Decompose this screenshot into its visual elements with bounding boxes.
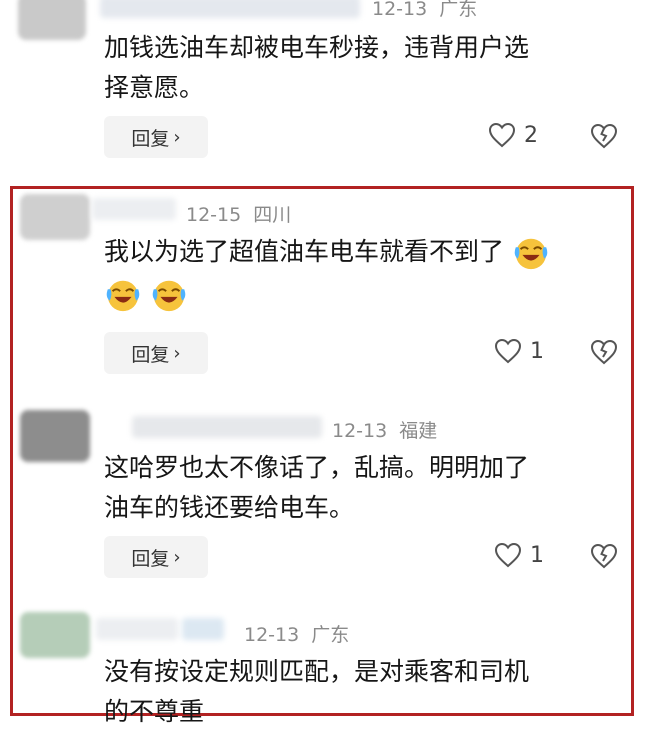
- username-blurred[interactable]: [132, 416, 322, 438]
- comment-text: 这哈罗也太不像话了，乱搞。明明加了 油车的钱还要给电车。: [104, 448, 624, 528]
- reply-label: 回复: [131, 547, 170, 570]
- username-blurred[interactable]: [96, 618, 178, 640]
- chevron-right-icon: ›: [173, 546, 181, 568]
- comment-text-line: 的不尊重: [104, 697, 205, 726]
- reply-label: 回复: [131, 343, 170, 366]
- heart-outline-icon: [488, 122, 516, 148]
- comment-date: 12-13: [244, 624, 300, 646]
- comment-meta: 12-15 四川: [186, 200, 291, 227]
- heart-outline-icon: [494, 542, 522, 568]
- comment-text-line: 这哈罗也太不像话了，乱搞。明明加了: [104, 453, 530, 482]
- comment-location: 广东: [439, 0, 478, 20]
- like-button[interactable]: 1: [494, 338, 544, 364]
- comment-text-line: 油车的钱还要给电车。: [104, 493, 355, 522]
- reply-label: 回复: [131, 127, 170, 150]
- comment-text: 我以为选了超值油车电车就看不到了: [104, 232, 624, 314]
- comment-emoji-row: [104, 274, 624, 314]
- laughing-crying-emoji-icon: [514, 238, 548, 270]
- username-blurred[interactable]: [182, 618, 224, 640]
- laughing-crying-emoji-icon: [106, 280, 140, 312]
- broken-heart-icon[interactable]: [590, 543, 618, 569]
- avatar[interactable]: [20, 410, 90, 462]
- comment-meta: 12-13 广东: [244, 620, 349, 647]
- chevron-right-icon: ›: [173, 126, 181, 148]
- comment-date: 12-15: [186, 204, 242, 226]
- reply-button[interactable]: 回复 ›: [104, 332, 208, 374]
- comment-text: 没有按设定规则匹配，是对乘客和司机 的不尊重: [104, 652, 624, 732]
- comment-date: 12-13: [372, 0, 428, 20]
- comment-text: 加钱选油车却被电车秒接，违背用户选 择意愿。: [104, 28, 624, 108]
- comment-text-line: 加钱选油车却被电车秒接，违背用户选: [104, 33, 530, 62]
- like-count: 2: [524, 122, 538, 148]
- broken-heart-icon[interactable]: [590, 339, 618, 365]
- comment-meta: 12-13 广东: [372, 0, 477, 21]
- comment-location: 四川: [253, 204, 292, 226]
- broken-heart-icon[interactable]: [590, 123, 618, 149]
- heart-outline-icon: [494, 338, 522, 364]
- laughing-crying-emoji-icon: [152, 280, 186, 312]
- comment-text-line: 择意愿。: [104, 73, 205, 102]
- comment-location: 福建: [399, 420, 438, 442]
- avatar[interactable]: [20, 194, 90, 240]
- like-count: 1: [530, 542, 544, 568]
- comment-location: 广东: [311, 624, 350, 646]
- like-count: 1: [530, 338, 544, 364]
- like-button[interactable]: 2: [488, 122, 538, 148]
- comment-meta: 12-13 福建: [332, 416, 437, 443]
- avatar[interactable]: [18, 0, 86, 40]
- username-blurred[interactable]: [92, 198, 176, 220]
- avatar[interactable]: [20, 612, 90, 658]
- chevron-right-icon: ›: [173, 342, 181, 364]
- comment-date: 12-13: [332, 420, 388, 442]
- like-button[interactable]: 1: [494, 542, 544, 568]
- reply-button[interactable]: 回复 ›: [104, 116, 208, 158]
- comment-text-line: 没有按设定规则匹配，是对乘客和司机: [104, 657, 530, 686]
- comment-text-line: 我以为选了超值油车电车就看不到了: [104, 232, 624, 272]
- username-blurred[interactable]: [100, 0, 360, 18]
- comment-text-body: 我以为选了超值油车电车就看不到了: [104, 237, 505, 266]
- reply-button[interactable]: 回复 ›: [104, 536, 208, 578]
